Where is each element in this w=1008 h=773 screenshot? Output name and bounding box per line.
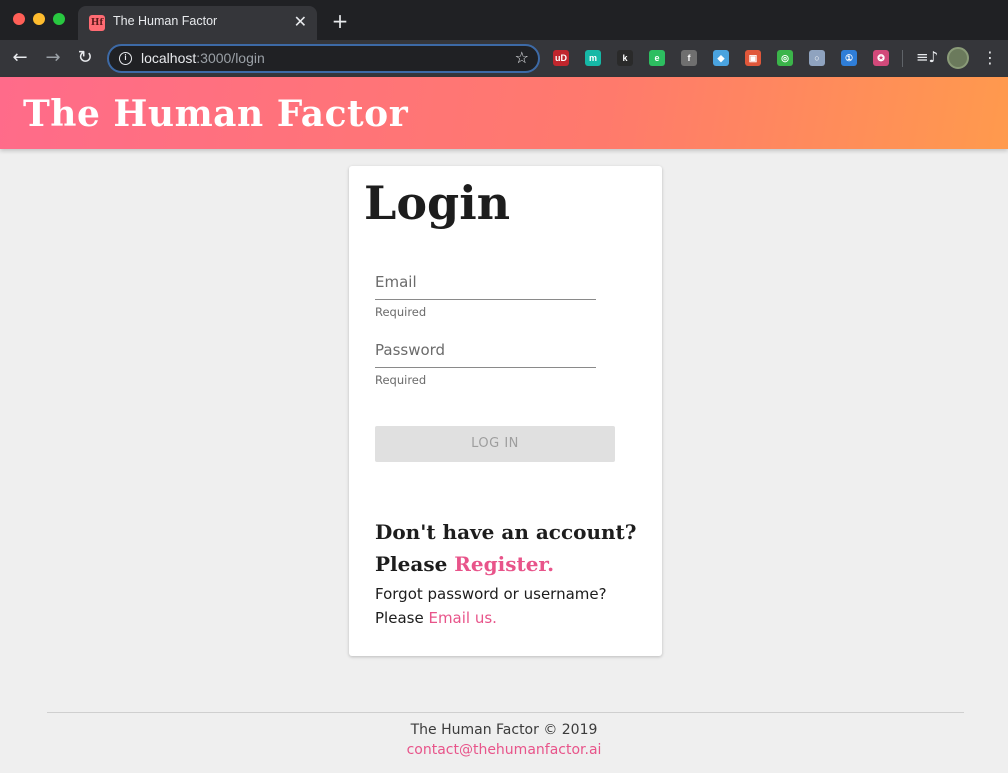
password-helper-text: Required (375, 373, 427, 387)
url-host: localhost (141, 50, 197, 66)
target-icon[interactable]: ◎ (777, 50, 793, 66)
ublock-icon[interactable]: uD (553, 50, 569, 66)
footer-copyright: The Human Factor © 2019 (410, 722, 598, 738)
forgot-text: Forgot password or username? (375, 585, 607, 603)
window-maximize-button[interactable] (53, 13, 65, 25)
browser-tab-bar: Hf The Human Factor ✕ + (0, 0, 1008, 40)
diamond-icon[interactable]: ◆ (713, 50, 729, 66)
login-heading: Login (364, 176, 511, 230)
window-close-button[interactable] (13, 13, 25, 25)
media-playlist-icon[interactable]: ≡♪ (916, 48, 938, 66)
please-text-2: Please (375, 609, 424, 627)
tab-close-icon[interactable]: ✕ (294, 12, 307, 32)
toolbar-divider (902, 50, 903, 67)
facebook-icon[interactable]: f (681, 50, 697, 66)
footer-email-row: contact@thehumanfactor.ai (0, 742, 1008, 758)
profile-avatar[interactable] (947, 47, 969, 69)
new-tab-button[interactable]: + (330, 9, 350, 33)
register-link[interactable]: Register. (454, 552, 554, 576)
password-input[interactable] (375, 334, 596, 366)
email-us-link[interactable]: Email us. (428, 609, 496, 627)
bookmark-star-icon[interactable]: ☆ (515, 48, 529, 67)
tab-title: The Human Factor (113, 14, 218, 28)
back-arrow-icon[interactable]: ← (8, 46, 32, 70)
ring-icon[interactable]: ○ (809, 50, 825, 66)
login-button[interactable]: LOG IN (375, 426, 615, 462)
email-us-prompt: Please Email us. (375, 609, 497, 627)
kebab-menu-icon[interactable]: ⋮ (982, 46, 998, 70)
no-account-text: Don't have an account? (375, 520, 637, 544)
kindle-icon[interactable]: k (617, 50, 633, 66)
window-minimize-button[interactable] (33, 13, 45, 25)
onepassword-icon[interactable]: ① (841, 50, 857, 66)
site-favicon-icon: Hf (89, 15, 105, 31)
url-text[interactable]: localhost:3000/login (141, 50, 265, 66)
forward-arrow-icon[interactable]: → (41, 46, 65, 70)
footer-divider (47, 712, 964, 713)
browser-tab[interactable]: Hf The Human Factor ✕ (78, 6, 317, 40)
url-path: :3000/login (196, 50, 265, 66)
site-title[interactable]: The Human Factor (23, 93, 408, 135)
reload-icon[interactable]: ↻ (73, 46, 97, 70)
register-prompt: Please Register. (375, 552, 554, 576)
site-info-icon[interactable]: i (119, 52, 132, 65)
browser-toolbar: ← → ↻ i localhost:3000/login ☆ uD m k e f ◆ ▣ ◎… (0, 40, 1008, 77)
password-field[interactable] (375, 334, 596, 368)
footer-contact-link[interactable]: contact@thehumanfactor.ai (407, 742, 602, 758)
star-badge-icon[interactable]: ✪ (873, 50, 889, 66)
address-bar[interactable]: i localhost:3000/login ☆ (107, 44, 540, 73)
evernote-icon[interactable]: e (649, 50, 665, 66)
email-field[interactable] (375, 266, 596, 300)
devtools-icon[interactable]: ▣ (745, 50, 761, 66)
email-helper-text: Required (375, 305, 427, 319)
email-input[interactable] (375, 266, 596, 298)
please-text: Please (375, 552, 448, 576)
login-card: Login Required Required LOG IN Don't hav… (349, 166, 662, 656)
mercury-icon[interactable]: m (585, 50, 601, 66)
site-header: The Human Factor (0, 77, 1008, 149)
